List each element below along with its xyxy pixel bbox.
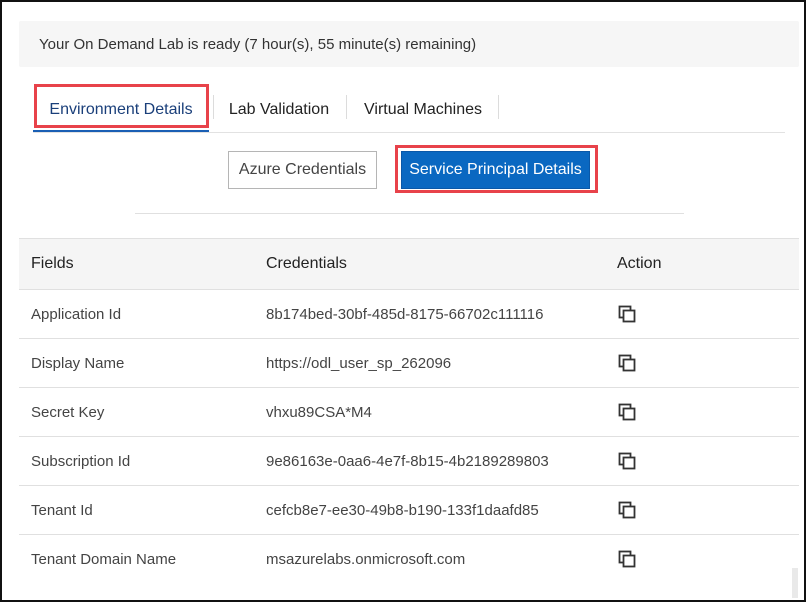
copy-button[interactable] [617,486,637,534]
lab-status-banner: Your On Demand Lab is ready (7 hour(s), … [19,21,799,67]
field-name: Application Id [31,305,122,323]
field-name: Tenant Domain Name [31,550,177,568]
field-name: Tenant Id [31,501,93,519]
copy-icon[interactable] [617,500,637,520]
tab-separator [213,95,214,119]
credential-value: https://odl_user_sp_262096 [266,354,452,372]
header-fields: Fields [31,255,74,272]
table-row: Display Name https://odl_user_sp_262096 [19,339,799,388]
copy-button[interactable] [617,290,637,338]
field-name: Subscription Id [31,452,131,470]
table-row: Tenant Id cefcb8e7-ee30-49b8-b190-133f1d… [19,486,799,535]
credential-value: 8b174bed-30bf-485d-8175-66702c111116 [266,305,544,323]
copy-icon[interactable] [617,353,637,373]
tab-label: Virtual Machines [364,100,482,118]
field-name: Display Name [31,354,125,372]
scrollbar[interactable] [792,568,798,598]
credential-value: cefcb8e7-ee30-49b8-b190-133f1daafd85 [266,501,539,519]
section-divider [135,213,684,214]
azure-credentials-button[interactable]: Azure Credentials [228,151,377,189]
tab-virtual-machines[interactable]: Virtual Machines [351,88,495,131]
lab-status-text: Your On Demand Lab is ready (7 hour(s), … [39,35,477,53]
table-header: Fields Credentials Action [19,239,799,290]
copy-button[interactable] [617,339,637,387]
tab-label: Lab Validation [228,100,330,118]
tab-separator [498,95,499,119]
field-name: Secret Key [31,403,105,421]
credential-value: 9e86163e-0aa6-4e7f-8b15-4b2189289803 [266,452,549,470]
copy-button[interactable] [617,535,637,583]
copy-icon[interactable] [617,549,637,569]
copy-button[interactable] [617,437,637,485]
copy-button[interactable] [617,388,637,436]
credential-value: vhxu89CSA*M4 [266,403,372,421]
tab-separator [346,95,347,119]
credential-value: msazurelabs.onmicrosoft.com [266,550,466,568]
header-credentials: Credentials [266,255,347,272]
header-action: Action [617,255,662,272]
tab-label: Environment Details [49,100,193,118]
lab-details-panel: Your On Demand Lab is ready (7 hour(s), … [0,0,806,602]
tab-lab-validation[interactable]: Lab Validation [217,88,341,131]
copy-icon[interactable] [617,402,637,422]
copy-icon[interactable] [617,304,637,324]
service-principal-details-button[interactable]: Service Principal Details [401,151,590,189]
main-tabs: Environment Details Lab Validation Virtu… [33,88,785,133]
table-row: Application Id 8b174bed-30bf-485d-8175-6… [19,290,799,339]
tab-environment-details[interactable]: Environment Details [33,88,209,132]
table-row: Subscription Id 9e86163e-0aa6-4e7f-8b15-… [19,437,799,486]
table-row: Tenant Domain Name msazurelabs.onmicroso… [19,535,799,583]
table-row: Secret Key vhxu89CSA*M4 [19,388,799,437]
credentials-table: Fields Credentials Action Application Id… [19,238,799,583]
copy-icon[interactable] [617,451,637,471]
